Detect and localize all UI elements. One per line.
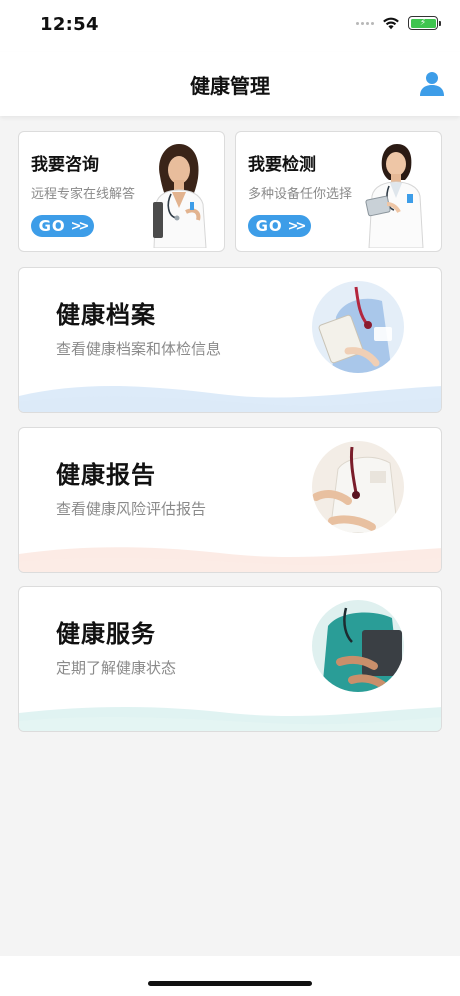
navigation-bar: 健康管理 (0, 52, 460, 116)
double-chevron-right-icon: >> (70, 218, 90, 234)
decorative-wave (19, 386, 441, 412)
detect-title: 我要检测 (248, 155, 316, 175)
health-service-title: 健康服务 (56, 620, 156, 648)
status-icons: ⚡ (356, 16, 441, 30)
health-record-title: 健康档案 (56, 301, 156, 329)
doctor-clipboard-image (312, 281, 404, 373)
consult-subtitle: 远程专家在线解答 (31, 187, 136, 202)
health-report-subtitle: 查看健康风险评估报告 (56, 500, 207, 518)
status-time: 12:54 (40, 14, 99, 35)
health-record-card[interactable]: 健康档案 查看健康档案和体检信息 (18, 267, 442, 413)
health-record-subtitle: 查看健康档案和体检信息 (56, 340, 222, 358)
go-label: GO (38, 217, 66, 235)
home-indicator[interactable] (148, 981, 312, 986)
signal-dots-icon (356, 21, 374, 25)
health-service-card[interactable]: 健康服务 定期了解健康状态 (18, 586, 442, 732)
decorative-wave (19, 707, 441, 731)
nurse-tablet-image (312, 600, 404, 692)
consult-card[interactable]: 我要咨询 远程专家在线解答 GO >> (18, 131, 225, 252)
female-doctor-tablet-illustration (365, 144, 424, 248)
go-label: GO (255, 217, 283, 235)
wifi-icon (383, 17, 399, 30)
double-chevron-right-icon: >> (287, 218, 307, 234)
female-doctor-illustration (153, 144, 207, 248)
decorative-wave (19, 547, 441, 572)
health-report-card[interactable]: 健康报告 查看健康风险评估报告 (18, 427, 442, 573)
consult-title: 我要咨询 (31, 155, 99, 175)
health-service-subtitle: 定期了解健康状态 (56, 659, 177, 677)
status-bar: 12:54 ⚡ (0, 0, 460, 52)
doctor-stethoscope-image (312, 441, 404, 533)
detect-subtitle: 多种设备任你选择 (248, 187, 353, 202)
detect-go-button[interactable]: GO >> (248, 215, 311, 237)
detect-card[interactable]: 我要检测 多种设备任你选择 GO >> (235, 131, 442, 252)
user-icon[interactable] (418, 69, 446, 97)
health-report-title: 健康报告 (56, 461, 156, 489)
consult-go-button[interactable]: GO >> (31, 215, 94, 237)
page-title: 健康管理 (190, 74, 270, 98)
battery-charging-icon: ⚡ (408, 16, 441, 30)
home-indicator-area (0, 956, 460, 996)
